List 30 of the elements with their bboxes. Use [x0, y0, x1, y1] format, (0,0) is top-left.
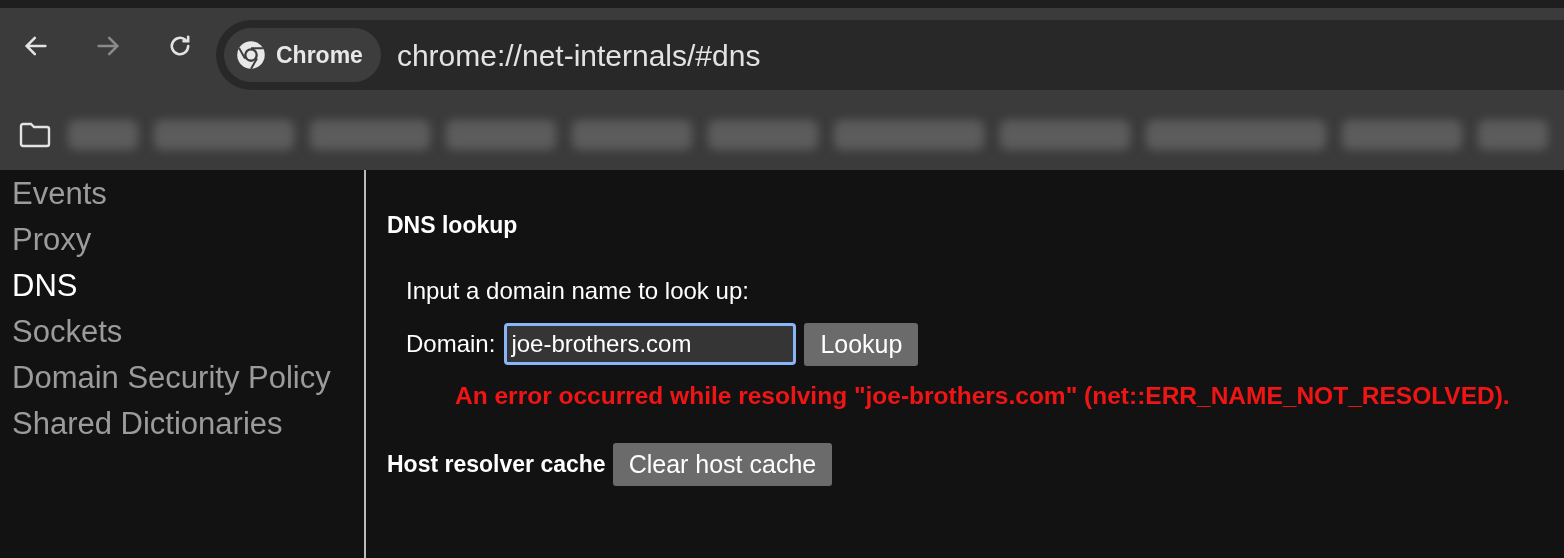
url-text: chrome://net-internals/#dns: [396, 37, 761, 74]
sidebar-tab[interactable]: Events: [12, 171, 107, 217]
folder-icon[interactable]: [18, 121, 52, 149]
bookmark-item[interactable]: [446, 120, 556, 150]
sidebar-tab[interactable]: DNS: [12, 263, 78, 309]
domain-input-field[interactable]: joe-brothers.com: [504, 323, 797, 366]
clear-cache-button[interactable]: Clear host cache: [612, 442, 833, 487]
chrome-logo-icon: [236, 40, 266, 70]
bookmark-item[interactable]: [834, 120, 984, 150]
bookmark-item[interactable]: [1478, 120, 1548, 150]
error-message: An error occurred while resolving "joe-brothers.com" (net::ERR_NAME_NOT_RESOLVED).: [455, 381, 1511, 411]
sidebar-tab[interactable]: Sockets: [12, 309, 123, 355]
bookmark-item[interactable]: [1146, 120, 1326, 150]
bookmark-item[interactable]: [708, 120, 818, 150]
bookmark-item[interactable]: [310, 120, 430, 150]
bookmark-item[interactable]: [154, 120, 294, 150]
prompt-text: Input a domain name to look up:: [406, 275, 750, 306]
bookmark-item[interactable]: [1342, 120, 1462, 150]
sidebar-tab[interactable]: Proxy: [12, 217, 92, 263]
sidebar-tab[interactable]: Domain Security Policy: [12, 355, 331, 401]
bookmark-item[interactable]: [1000, 120, 1130, 150]
address-bar[interactable]: Chrome chrome://net-internals/#dns: [216, 20, 1564, 90]
bookmark-item[interactable]: [68, 120, 138, 150]
site-chip[interactable]: Chrome: [224, 28, 381, 82]
sidebar-tab[interactable]: Shared Dictionaries: [12, 401, 283, 447]
field-label: Domain:: [406, 329, 496, 360]
lookup-button[interactable]: Lookup: [804, 322, 919, 366]
section-heading: Host resolver cache: [387, 450, 606, 480]
bookmark-item[interactable]: [572, 120, 692, 150]
section-heading: DNS lookup: [387, 211, 519, 240]
